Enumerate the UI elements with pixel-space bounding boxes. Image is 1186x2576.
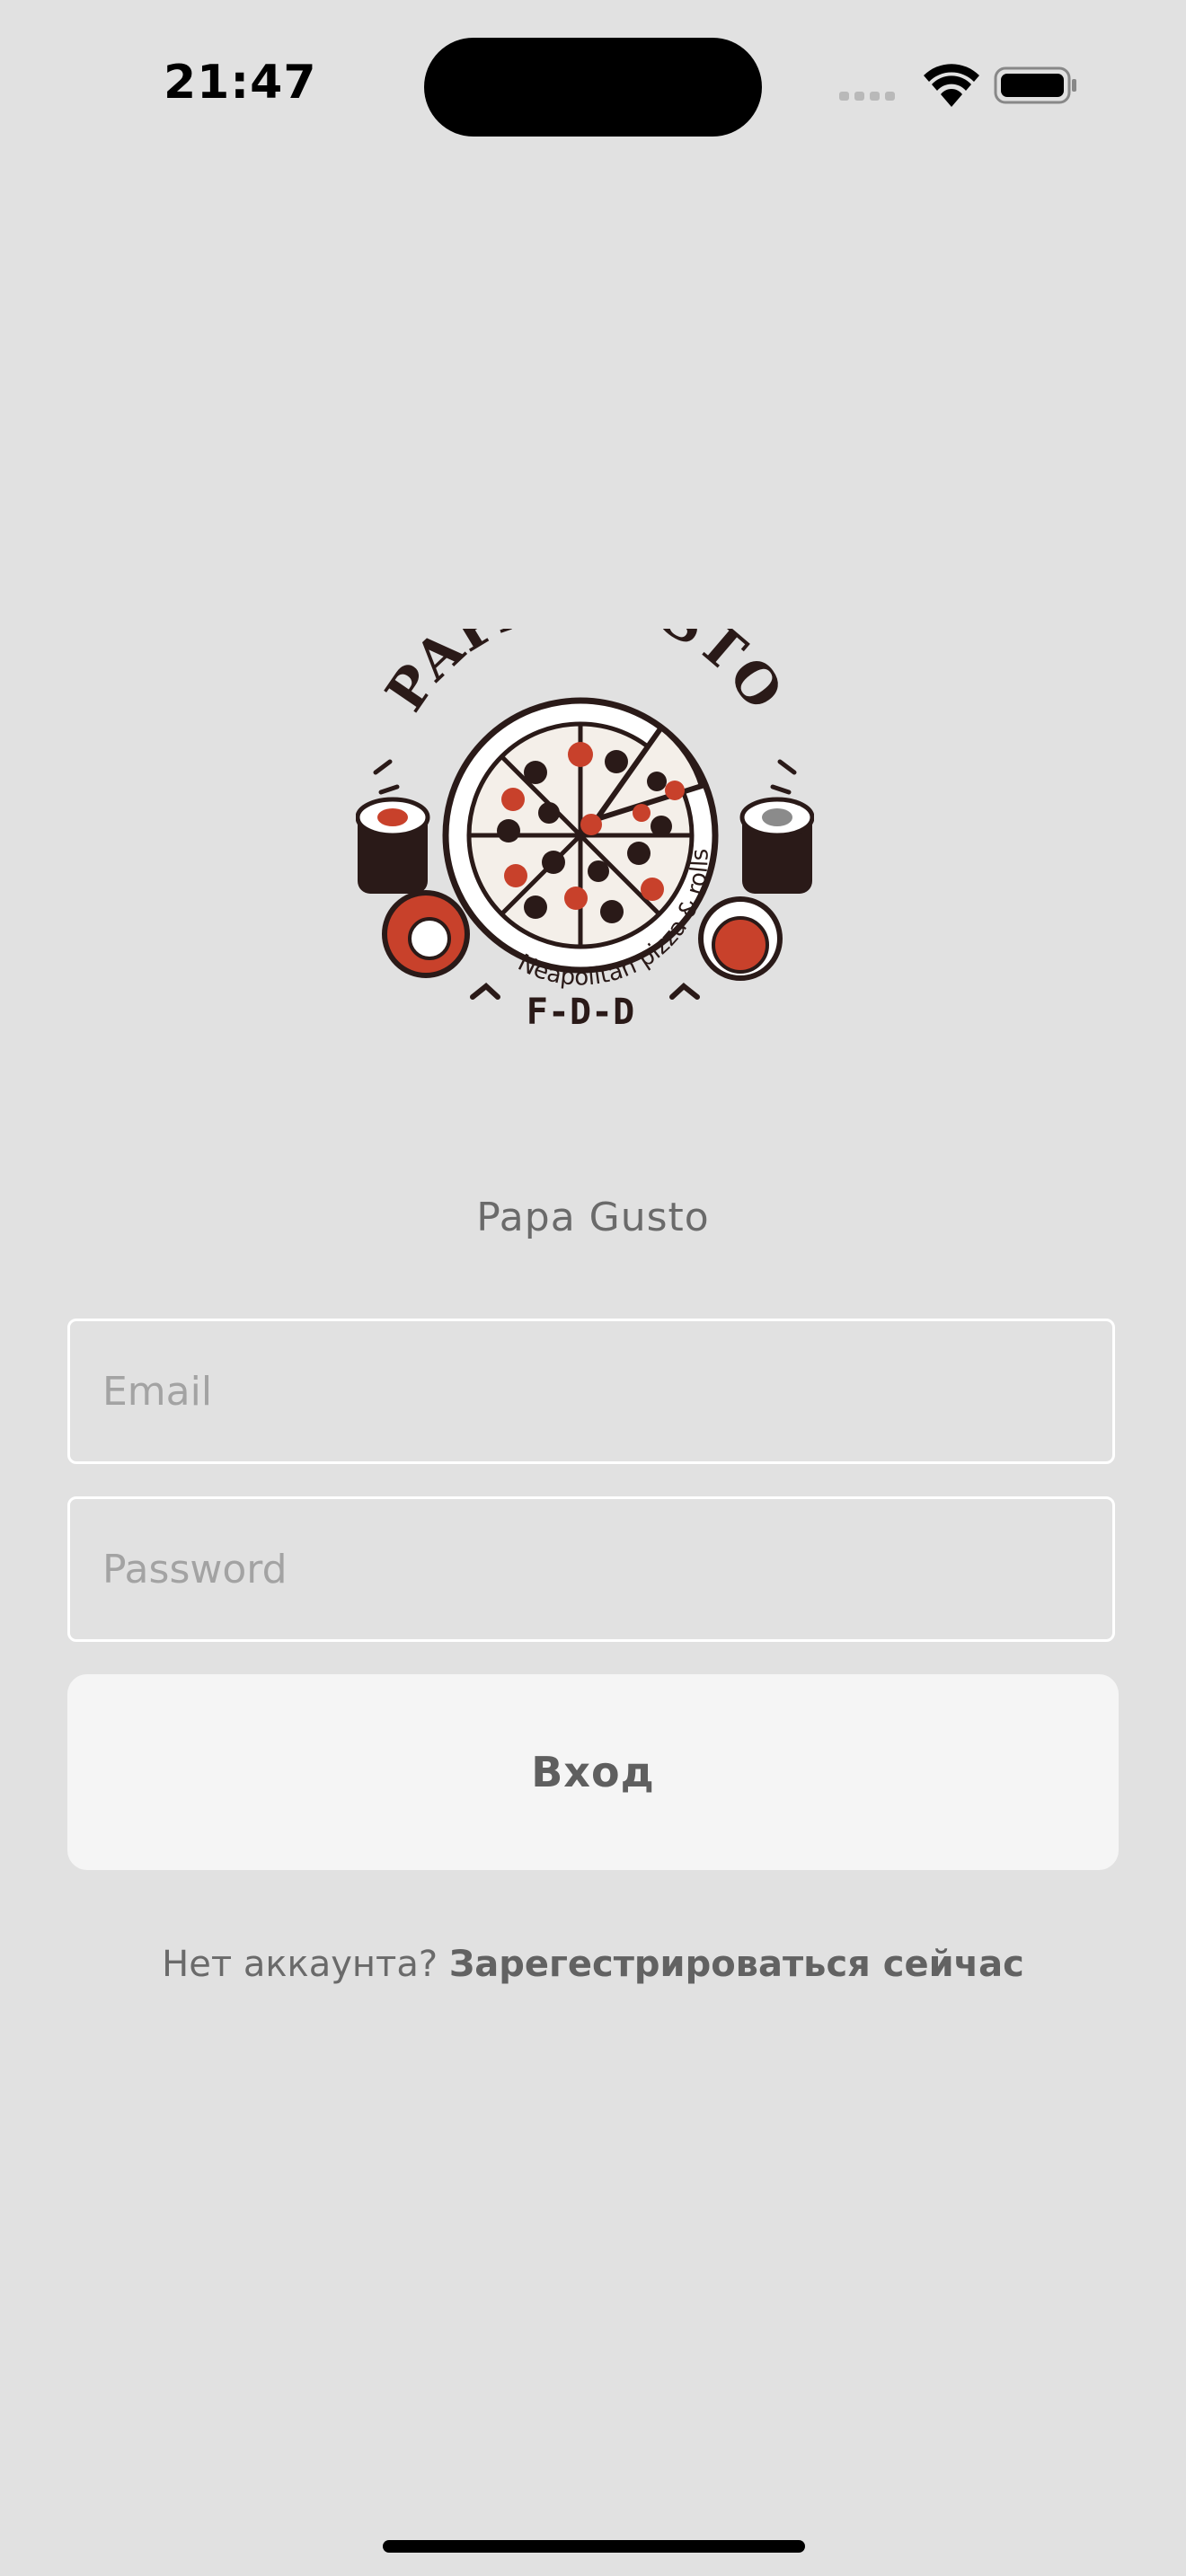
register-prompt-line: Нет аккаунта? Зарегестрироваться сейчас bbox=[0, 1944, 1186, 1985]
sushi-left-top bbox=[356, 797, 430, 894]
sushi-right-bottom bbox=[698, 896, 783, 981]
wifi-icon bbox=[924, 64, 979, 107]
battery-icon bbox=[994, 66, 1076, 104]
status-icons bbox=[839, 64, 1076, 107]
email-input[interactable] bbox=[70, 1321, 1112, 1461]
pizza-graphic: Neapolitan pizza & rolls bbox=[442, 697, 719, 992]
pizza-sushi-logo: PAPA GUSTO bbox=[356, 629, 814, 1033]
login-screen: 21:47 PAPA GUSTO bbox=[0, 0, 1186, 2576]
email-field[interactable] bbox=[67, 1319, 1115, 1464]
dynamic-island bbox=[424, 38, 762, 137]
password-field[interactable] bbox=[67, 1496, 1115, 1642]
home-indicator[interactable] bbox=[383, 2540, 805, 2553]
status-time: 21:47 bbox=[164, 56, 317, 110]
password-input[interactable] bbox=[70, 1499, 1112, 1639]
sushi-left-bottom bbox=[382, 890, 470, 978]
login-button[interactable]: Вход bbox=[67, 1674, 1119, 1870]
logo-sub-mark: F-D-D bbox=[527, 992, 634, 1033]
cellular-signal-icon bbox=[839, 92, 895, 101]
register-prompt: Нет аккаунта? bbox=[162, 1944, 438, 1985]
app-name: Papa Gusto bbox=[476, 1195, 710, 1240]
sushi-right-top bbox=[739, 797, 814, 894]
register-link[interactable]: Зарегестрироваться сейчас bbox=[449, 1944, 1024, 1985]
